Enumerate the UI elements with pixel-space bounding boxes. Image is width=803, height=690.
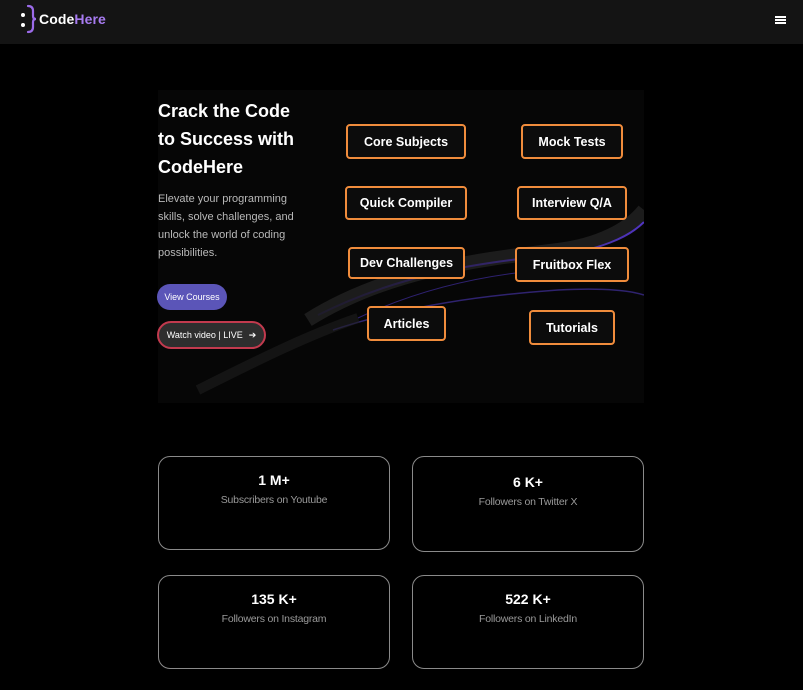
- hero-title: Crack the Code to Success with CodeHere: [158, 97, 328, 181]
- tutorials-button[interactable]: Tutorials: [529, 310, 615, 345]
- hero-title-line: to Success with: [158, 129, 295, 149]
- logo-text: CodeHere: [39, 11, 106, 27]
- stat-label: Followers on LinkedIn: [479, 613, 577, 625]
- interview-qa-button[interactable]: Interview Q/A: [517, 186, 627, 220]
- navbar: CodeHere: [0, 0, 803, 44]
- arrow-right-icon: ➔: [248, 329, 257, 340]
- hero-title-line: Crack the Code: [158, 101, 291, 121]
- stat-card-linkedin: 522 K+ Followers on LinkedIn: [412, 575, 644, 669]
- stat-value: 522 K+: [505, 591, 551, 607]
- stat-label: Followers on Instagram: [221, 613, 327, 625]
- hero-description-line: possibilities.: [158, 247, 218, 259]
- stat-label: Followers on Twitter X: [478, 496, 578, 508]
- logo-text-here: Here: [74, 11, 106, 27]
- stat-value: 6 K+: [513, 474, 543, 490]
- logo[interactable]: CodeHere: [20, 4, 106, 34]
- hero-title-line: CodeHere: [158, 157, 244, 177]
- logo-mark-icon: [20, 4, 38, 34]
- stat-card-instagram: 135 K+ Followers on Instagram: [158, 575, 390, 669]
- watch-video-button[interactable]: Watch video | LIVE ➔: [157, 321, 266, 349]
- watch-video-label: Watch video | LIVE: [166, 330, 243, 340]
- stat-value: 1 M+: [258, 472, 290, 488]
- hero-description-line: skills, solve challenges, and: [158, 211, 294, 223]
- stat-value: 135 K+: [251, 591, 297, 607]
- hamburger-menu-icon[interactable]: [774, 13, 788, 27]
- hero-description-line: Elevate your programming: [158, 193, 288, 205]
- stat-label: Subscribers on Youtube: [220, 494, 328, 506]
- stat-card-twitter: 6 K+ Followers on Twitter X: [412, 456, 644, 552]
- view-courses-button[interactable]: View Courses: [157, 284, 227, 310]
- logo-text-code: Code: [39, 11, 75, 27]
- hero-description: Elevate your programming skills, solve c…: [158, 190, 308, 262]
- fruitbox-flex-button[interactable]: Fruitbox Flex: [515, 247, 629, 282]
- quick-compiler-button[interactable]: Quick Compiler: [345, 186, 467, 220]
- hero-description-line: unlock the world of coding: [158, 229, 286, 241]
- core-subjects-button[interactable]: Core Subjects: [346, 124, 466, 159]
- dev-challenges-button[interactable]: Dev Challenges: [348, 247, 465, 279]
- stat-card-youtube: 1 M+ Subscribers on Youtube: [158, 456, 390, 550]
- articles-button[interactable]: Articles: [367, 306, 446, 341]
- mock-tests-button[interactable]: Mock Tests: [521, 124, 623, 159]
